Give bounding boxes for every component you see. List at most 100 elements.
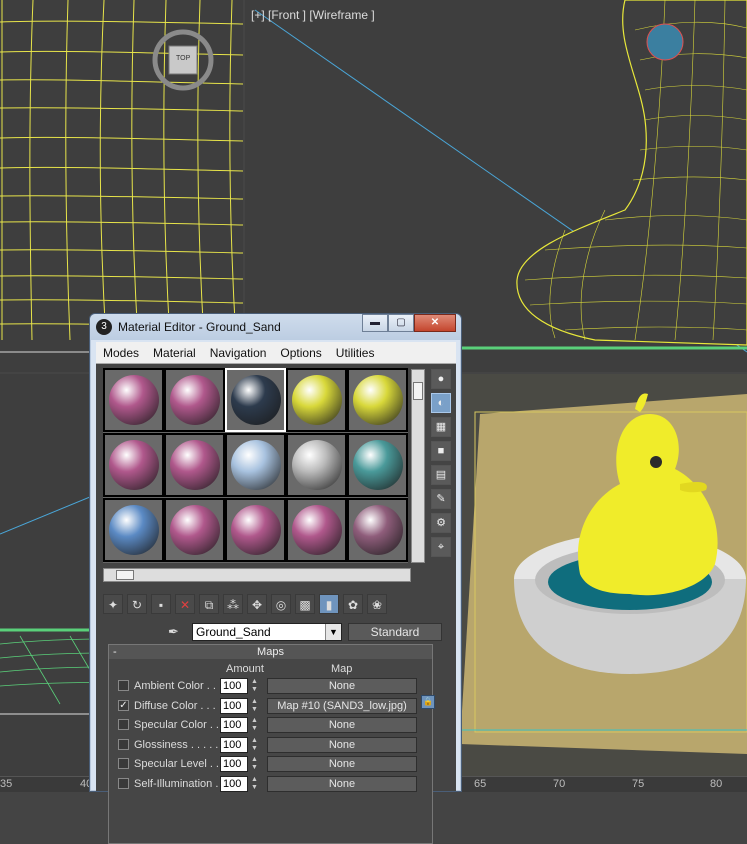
map-button[interactable]: Map #10 (SAND3_low.jpg)	[267, 697, 417, 714]
map-row: Specular Color . . 100 ▲ ▼ None	[109, 716, 432, 736]
amount-field[interactable]: 100	[220, 756, 248, 772]
material-slot[interactable]	[164, 433, 225, 497]
material-slot[interactable]	[103, 433, 164, 497]
viewport-perspective[interactable]	[460, 374, 747, 792]
scroll-thumb[interactable]	[116, 570, 134, 580]
menu-navigation[interactable]: Navigation	[203, 346, 274, 360]
material-slot[interactable]	[103, 498, 164, 562]
material-slot[interactable]	[225, 433, 286, 497]
map-button[interactable]: None	[267, 775, 417, 792]
map-row-label: Diffuse Color . . .	[134, 699, 216, 712]
go-to-parent-icon[interactable]: ✿	[343, 594, 363, 614]
lock-icon[interactable]: 🔒	[421, 695, 435, 709]
material-toolbar: ✦ ↻ ▪ ✕ ⧉ ⁂ ✥ ◎ ▩ ▮ ✿ ❀	[103, 594, 387, 614]
material-slot[interactable]	[286, 433, 347, 497]
window-title: Material Editor - Ground_Sand	[118, 320, 281, 334]
material-slot[interactable]	[225, 368, 286, 432]
map-button[interactable]: None	[267, 717, 417, 733]
amount-field[interactable]: 100	[220, 736, 248, 753]
material-sphere	[291, 440, 342, 490]
material-sphere	[230, 375, 281, 425]
video-color-check-icon[interactable]: ▤	[431, 465, 451, 485]
amount-spinner[interactable]: ▲ ▼	[250, 698, 259, 714]
map-row-label: Specular Color . .	[134, 719, 219, 731]
material-type-button[interactable]: Standard	[348, 623, 442, 641]
material-slot[interactable]	[103, 368, 164, 432]
amount-field[interactable]: 100	[220, 697, 248, 714]
show-end-result-icon[interactable]: ▮	[319, 594, 339, 614]
material-slot[interactable]	[347, 368, 408, 432]
make-unique-icon[interactable]: ⧉	[199, 594, 219, 614]
show-background-icon[interactable]: ▩	[295, 594, 315, 614]
close-button[interactable]: ✕	[414, 314, 456, 332]
map-enable-checkbox[interactable]: ✓	[118, 699, 129, 711]
material-id-icon[interactable]: ✥	[247, 594, 267, 614]
map-enable-checkbox[interactable]	[118, 777, 129, 789]
sample-type-icon[interactable]: ●	[431, 369, 451, 389]
title-bar[interactable]: 3 Material Editor - Ground_Sand ▬ ▢ ✕	[90, 314, 461, 340]
viewport-label[interactable]: [+] [Front ] [Wireframe ]	[251, 8, 375, 22]
maps-rollout-header[interactable]: - Maps	[109, 645, 432, 659]
get-material-icon[interactable]: ✦	[103, 594, 123, 614]
reset-map-icon[interactable]: ✕	[175, 594, 195, 614]
slots-horizontal-scrollbar[interactable]	[103, 568, 411, 582]
minimize-button[interactable]: ▬	[362, 314, 388, 332]
menu-utilities[interactable]: Utilities	[329, 346, 382, 360]
scroll-thumb[interactable]	[413, 382, 423, 400]
background-icon[interactable]: ▦	[431, 417, 451, 437]
ruler-tick-65: 65	[474, 778, 487, 790]
amount-field[interactable]: 100	[220, 678, 248, 694]
map-button[interactable]: None	[267, 736, 417, 753]
put-to-scene-icon[interactable]: ↻	[127, 594, 147, 614]
options-icon[interactable]: ⚙	[431, 513, 451, 533]
amount-spinner[interactable]: ▲ ▼	[250, 756, 259, 772]
ruler-tick-80: 80	[710, 778, 723, 790]
material-slot[interactable]	[286, 498, 347, 562]
material-slot[interactable]	[347, 433, 408, 497]
go-forward-icon[interactable]: ❀	[367, 594, 387, 614]
put-to-library-icon[interactable]: ⁂	[223, 594, 243, 614]
material-slot[interactable]	[164, 498, 225, 562]
map-row-label: Self-Illumination .	[134, 777, 219, 790]
uv-tiling-icon[interactable]: ■	[431, 441, 451, 461]
material-sphere	[352, 375, 403, 425]
map-enable-checkbox[interactable]	[118, 758, 129, 769]
backlight-icon[interactable]: ◐	[431, 393, 451, 413]
slots-vertical-scrollbar[interactable]	[411, 369, 425, 563]
amount-spinner[interactable]: ▲ ▼	[250, 776, 259, 792]
map-enable-checkbox[interactable]	[118, 719, 129, 730]
material-sphere	[352, 505, 403, 555]
amount-field[interactable]: 100	[220, 775, 248, 792]
map-enable-checkbox[interactable]	[118, 738, 129, 750]
material-sphere	[230, 505, 281, 555]
material-slot[interactable]	[286, 368, 347, 432]
show-map-icon[interactable]: ◎	[271, 594, 291, 614]
maximize-button[interactable]: ▢	[388, 314, 414, 332]
material-slot[interactable]	[225, 498, 286, 562]
material-editor-window[interactable]: 3 Material Editor - Ground_Sand ▬ ▢ ✕ Mo…	[89, 313, 462, 844]
amount-spinner[interactable]: ▲ ▼	[250, 717, 259, 733]
map-button[interactable]: None	[267, 756, 417, 772]
chevron-down-icon[interactable]: ▼	[325, 624, 341, 640]
amount-field[interactable]: 100	[220, 717, 248, 733]
amount-spinner[interactable]: ▲ ▼	[250, 678, 259, 694]
menu-material[interactable]: Material	[146, 346, 203, 360]
make-preview-icon[interactable]: ✎	[431, 489, 451, 509]
material-slot[interactable]	[164, 368, 225, 432]
assign-to-selection-icon[interactable]: ▪	[151, 594, 171, 614]
material-slot[interactable]	[347, 498, 408, 562]
maps-column-header: Amount Map	[109, 659, 432, 677]
map-enable-checkbox[interactable]	[118, 680, 129, 691]
maps-title: Maps	[257, 646, 284, 658]
map-button[interactable]: None	[267, 678, 417, 694]
amount-spinner[interactable]: ▲ ▼	[250, 737, 259, 753]
menu-options[interactable]: Options	[273, 346, 328, 360]
collapse-icon[interactable]: -	[113, 645, 117, 659]
menu-modes[interactable]: Modes	[96, 346, 146, 360]
ruler-tick-70: 70	[553, 778, 566, 790]
material-sphere	[291, 505, 342, 555]
select-by-material-icon[interactable]: ⌖	[431, 537, 451, 557]
maps-rollout: - Maps Amount Map Ambient Color . . 100 ▲ ▼…	[108, 644, 435, 844]
eyedropper-icon[interactable]: ✒	[168, 624, 186, 640]
material-name-field[interactable]: Ground_Sand ▼	[192, 623, 342, 641]
